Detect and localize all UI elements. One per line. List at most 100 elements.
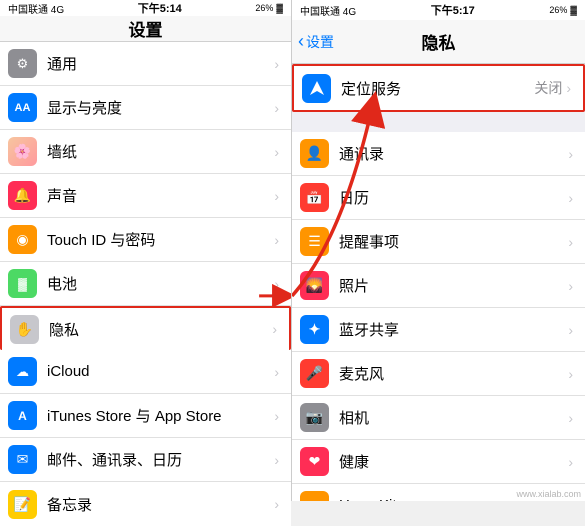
- mic-icon: 🎤: [300, 359, 329, 388]
- right-carrier: 中国联通 4G: [300, 3, 356, 18]
- contacts-icon: 👤: [300, 139, 329, 168]
- battery-label: 电池: [47, 273, 274, 294]
- general-icon: ⚙: [8, 49, 37, 78]
- right-settings-list: 定位服务 关闭 › 👤 通讯录 › 📅 日历 › ☰ 提醒事项 ›: [292, 64, 585, 501]
- touchid-label: Touch ID 与密码: [47, 229, 274, 250]
- row-camera[interactable]: 📷 相机 ›: [292, 396, 585, 440]
- mail-icon: ✉: [8, 445, 37, 474]
- display-chevron: ›: [274, 100, 279, 116]
- icloud-chevron: ›: [274, 364, 279, 380]
- reminders-icon: ☰: [300, 227, 329, 256]
- touchid-chevron: ›: [274, 232, 279, 248]
- right-battery: 26% ▓: [549, 5, 577, 15]
- mail-chevron: ›: [274, 452, 279, 468]
- photos-label: 照片: [339, 275, 568, 296]
- mail-label: 邮件、通讯录、日历: [47, 449, 274, 470]
- back-chevron-icon: ‹: [298, 31, 304, 52]
- reminders-label: 提醒事项: [339, 231, 568, 252]
- contacts-label: 通讯录: [339, 143, 568, 164]
- right-status-bar: 中国联通 4G 下午5:17 26% ▓: [292, 0, 585, 20]
- row-mail[interactable]: ✉ 邮件、通讯录、日历 ›: [0, 438, 291, 482]
- photos-icon: 🌄: [300, 271, 329, 300]
- right-group-1: 👤 通讯录 › 📅 日历 › ☰ 提醒事项 › 🌄 照片 › ✦ 蓝牙共享: [292, 132, 585, 501]
- battery-icon: ▓: [8, 269, 37, 298]
- mic-chevron: ›: [568, 366, 573, 382]
- camera-chevron: ›: [568, 410, 573, 426]
- row-privacy[interactable]: ✋ 隐私 ›: [0, 306, 291, 350]
- privacy-chevron: ›: [272, 321, 277, 337]
- homekit-icon: ⌂: [300, 491, 329, 501]
- left-title: 设置: [129, 16, 163, 41]
- row-notes[interactable]: 📝 备忘录 ›: [0, 482, 291, 526]
- location-status: 关闭: [534, 78, 562, 98]
- sounds-icon: 🔔: [8, 181, 37, 210]
- row-calendar[interactable]: 📅 日历 ›: [292, 176, 585, 220]
- itunes-label: iTunes Store 与 App Store: [47, 405, 274, 426]
- back-button[interactable]: ‹ 设置: [298, 31, 334, 52]
- row-reminders[interactable]: ☰ 提醒事项 ›: [292, 220, 585, 264]
- left-battery: 26% ▓: [255, 3, 283, 13]
- row-wallpaper[interactable]: 🌸 墙纸 ›: [0, 130, 291, 174]
- icloud-label: iCloud: [47, 363, 274, 380]
- reminders-chevron: ›: [568, 234, 573, 250]
- display-label: 显示与亮度: [47, 97, 274, 118]
- general-chevron: ›: [274, 56, 279, 72]
- touchid-icon: ◉: [8, 225, 37, 254]
- left-group-1: ⚙ 通用 › AA 显示与亮度 › 🌸 墙纸 › 🔔 声音 › ◉ Touch …: [0, 42, 291, 350]
- row-touchid[interactable]: ◉ Touch ID 与密码 ›: [0, 218, 291, 262]
- bluetooth-label: 蓝牙共享: [339, 319, 568, 340]
- icloud-icon: ☁: [8, 357, 37, 386]
- left-panel: 中国联通 4G 下午5:14 26% ▓ 设置 ⚙ 通用 › AA 显示与亮度 …: [0, 0, 292, 501]
- row-display[interactable]: AA 显示与亮度 ›: [0, 86, 291, 130]
- location-highlight: 定位服务 关闭 ›: [292, 64, 585, 112]
- wallpaper-chevron: ›: [274, 144, 279, 160]
- calendar-chevron: ›: [568, 190, 573, 206]
- watermark: www.xialab.com: [516, 489, 581, 499]
- bluetooth-chevron: ›: [568, 322, 573, 338]
- general-label: 通用: [47, 53, 274, 74]
- sounds-chevron: ›: [274, 188, 279, 204]
- sounds-label: 声音: [47, 185, 274, 206]
- location-label: 定位服务: [341, 78, 534, 99]
- privacy-icon: ✋: [10, 315, 39, 344]
- row-battery[interactable]: ▓ 电池 ›: [0, 262, 291, 306]
- health-chevron: ›: [568, 454, 573, 470]
- notes-chevron: ›: [274, 496, 279, 512]
- right-panel: 中国联通 4G 下午5:17 26% ▓ ‹ 设置 隐私 定位服务 关闭: [292, 0, 585, 501]
- display-icon: AA: [8, 93, 37, 122]
- privacy-label: 隐私: [49, 319, 272, 340]
- right-divider-1: [292, 112, 585, 132]
- row-sounds[interactable]: 🔔 声音 ›: [0, 174, 291, 218]
- contacts-chevron: ›: [568, 146, 573, 162]
- right-title: 隐私: [422, 29, 456, 54]
- photos-chevron: ›: [568, 278, 573, 294]
- left-nav-bar: 设置: [0, 16, 291, 42]
- left-group-2: ☁ iCloud › A iTunes Store 与 App Store › …: [0, 350, 291, 526]
- itunes-icon: A: [8, 401, 37, 430]
- row-mic[interactable]: 🎤 麦克风 ›: [292, 352, 585, 396]
- row-contacts[interactable]: 👤 通讯录 ›: [292, 132, 585, 176]
- row-general[interactable]: ⚙ 通用 ›: [0, 42, 291, 86]
- row-icloud[interactable]: ☁ iCloud ›: [0, 350, 291, 394]
- row-photos[interactable]: 🌄 照片 ›: [292, 264, 585, 308]
- mic-label: 麦克风: [339, 363, 568, 384]
- left-carrier: 中国联通 4G: [8, 1, 64, 16]
- camera-label: 相机: [339, 407, 568, 428]
- health-icon: ❤: [300, 447, 329, 476]
- row-location[interactable]: 定位服务 关闭 ›: [294, 66, 583, 110]
- bluetooth-icon: ✦: [300, 315, 329, 344]
- notes-label: 备忘录: [47, 494, 274, 515]
- calendar-label: 日历: [339, 187, 568, 208]
- row-itunes[interactable]: A iTunes Store 与 App Store ›: [0, 394, 291, 438]
- battery-chevron: ›: [274, 276, 279, 292]
- camera-icon: 📷: [300, 403, 329, 432]
- notes-icon: 📝: [8, 490, 37, 519]
- row-health[interactable]: ❤ 健康 ›: [292, 440, 585, 484]
- wallpaper-label: 墙纸: [47, 141, 274, 162]
- left-time: 下午5:14: [138, 0, 182, 16]
- right-nav-bar: ‹ 设置 隐私: [292, 20, 585, 64]
- location-icon: [302, 74, 331, 103]
- row-bluetooth[interactable]: ✦ 蓝牙共享 ›: [292, 308, 585, 352]
- itunes-chevron: ›: [274, 408, 279, 424]
- wallpaper-icon: 🌸: [8, 137, 37, 166]
